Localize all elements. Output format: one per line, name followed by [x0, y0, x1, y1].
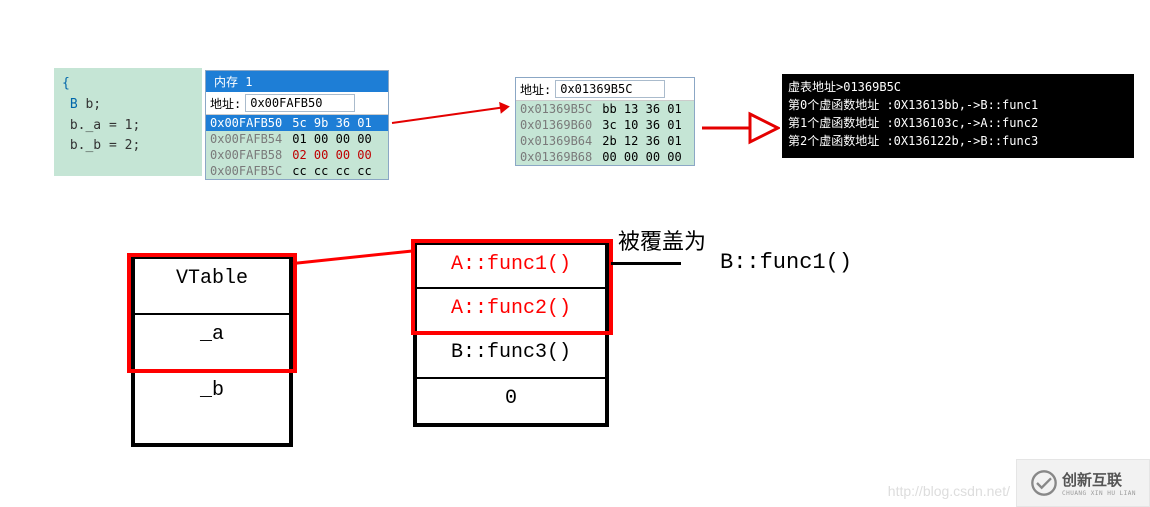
memory-row[interactable]: 0x01369B68 00 00 00 00 [516, 149, 694, 165]
memory-row[interactable]: 0x00FAFB50 5c 9b 36 01 [206, 115, 388, 131]
bytes-cell: 5c 9b 36 01 [292, 116, 371, 130]
addr-cell: 0x00FAFB58 [210, 148, 282, 162]
bytes-cell: cc cc cc cc [292, 164, 371, 178]
memory-row[interactable]: 0x01369B5C bb 13 36 01 [516, 101, 694, 117]
pointer-vtable0-to-label [611, 262, 681, 265]
bytes-cell: 00 00 00 00 [602, 150, 681, 164]
code-type: B [70, 97, 78, 112]
memory-window-1-title: 内存 1 [206, 71, 388, 92]
vtable-slot-1: A::func2() [417, 289, 605, 333]
memory-row[interactable]: 0x00FAFB58 02 00 00 00 [206, 147, 388, 163]
code-line2: b._a = 1; [70, 118, 140, 133]
memory2-rows: 0x01369B5C bb 13 36 01 0x01369B60 3c 10 … [516, 101, 694, 165]
memory2-addr-input[interactable] [555, 80, 665, 98]
vtable-slot-2: B::func3() [417, 333, 605, 379]
code-line3: b._b = 2; [70, 138, 140, 153]
terminal-line: 虚表地址>01369B5C [788, 78, 1128, 96]
bytes-cell: bb 13 36 01 [602, 102, 681, 116]
bytes-cell: 2b 12 36 01 [602, 134, 681, 148]
addr-cell: 0x01369B5C [520, 102, 592, 116]
terminal-line: 第1个虚函数地址 :0X136103c,->A::func2 [788, 114, 1128, 132]
bytes-cell: 02 00 00 00 [292, 148, 371, 162]
terminal-output: 虚表地址>01369B5C 第0个虚函数地址 :0X13613bb,->B::f… [782, 74, 1134, 158]
memory-window-1: 内存 1 地址: 0x00FAFB50 5c 9b 36 01 0x00FAFB… [205, 70, 389, 180]
memory-row[interactable]: 0x00FAFB54 01 00 00 00 [206, 131, 388, 147]
logo-subtext: CHUANG XIN HU LIAN [1062, 490, 1136, 497]
pointer-object-to-vtable [293, 249, 413, 265]
overridden-value: B::func1() [720, 250, 852, 275]
bytes-cell: 3c 10 36 01 [602, 118, 681, 132]
addr-cell: 0x00FAFB50 [210, 116, 282, 130]
addr-cell: 0x00FAFB54 [210, 132, 282, 146]
object-member-b: _b [135, 371, 289, 443]
memory1-addr-input[interactable] [245, 94, 355, 112]
logo-text: 创新互联 [1062, 469, 1136, 490]
arrow-mem1-to-mem2 [392, 106, 506, 124]
watermark: http://blog.csdn.net/ [888, 483, 1010, 499]
addr-cell: 0x01369B64 [520, 134, 592, 148]
terminal-line: 第0个虚函数地址 :0X13613bb,->B::func1 [788, 96, 1128, 114]
terminal-line: 第2个虚函数地址 :0X136122b,->B::func3 [788, 132, 1128, 150]
code-brace: { [62, 76, 70, 91]
code-line1-rest: b; [78, 97, 101, 112]
overridden-label: 被覆盖为 [618, 224, 706, 256]
object-layout-box: VTable _a _b [131, 255, 293, 447]
bytes-cell: 01 00 00 00 [292, 132, 371, 146]
vtable-box: A::func1() A::func2() B::func3() 0 [413, 241, 609, 427]
memory-row[interactable]: 0x01369B60 3c 10 36 01 [516, 117, 694, 133]
addr-cell: 0x01369B68 [520, 150, 592, 164]
code-block: { B b; b._a = 1; b._b = 2; [54, 68, 202, 176]
addr-cell: 0x00FAFB5C [210, 164, 282, 178]
vtable-slot-0: A::func1() [417, 245, 605, 289]
memory1-addr-label: 地址: [210, 95, 241, 112]
object-vtable-slot: VTable [135, 259, 289, 315]
memory-row[interactable]: 0x01369B64 2b 12 36 01 [516, 133, 694, 149]
addr-cell: 0x01369B60 [520, 118, 592, 132]
arrow-mem2-to-terminal [700, 108, 780, 148]
memory2-addr-label: 地址: [520, 81, 551, 98]
memory-row[interactable]: 0x00FAFB5C cc cc cc cc [206, 163, 388, 179]
vtable-slot-3: 0 [417, 379, 605, 423]
object-member-a: _a [135, 315, 289, 371]
logo-icon [1030, 469, 1058, 497]
logo: 创新互联 CHUANG XIN HU LIAN [1016, 459, 1150, 507]
memory1-rows: 0x00FAFB50 5c 9b 36 01 0x00FAFB54 01 00 … [206, 115, 388, 179]
memory-window-2: 地址: 0x01369B5C bb 13 36 01 0x01369B60 3c… [515, 77, 695, 166]
